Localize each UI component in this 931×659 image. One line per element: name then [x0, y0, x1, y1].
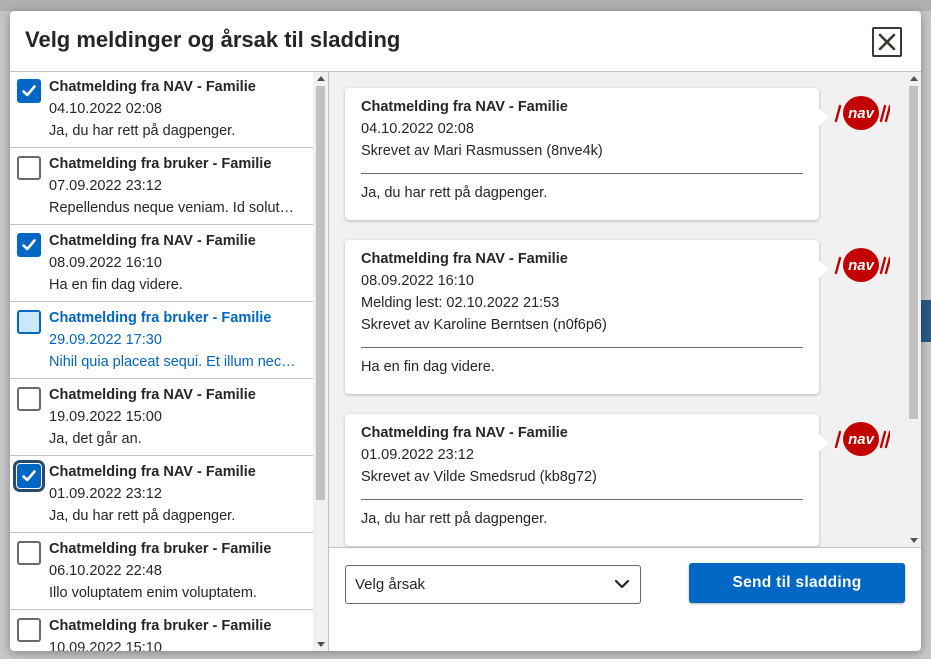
send-to-redaction-button[interactable]: Send til sladding — [689, 563, 905, 603]
reason-select-value: Velg årsak — [355, 576, 426, 593]
scroll-down-icon[interactable] — [317, 642, 325, 647]
message-checkbox[interactable] — [17, 618, 41, 642]
list-scrollbar-thumb[interactable] — [316, 86, 325, 500]
message-checkbox[interactable] — [13, 460, 45, 492]
list-item-preview: Ja, du har rett på dagpenger. — [49, 123, 236, 139]
list-item-date: 19.09.2022 15:00 — [49, 409, 162, 425]
list-item-preview: Repellendus neque veniam. Id solut… — [49, 200, 295, 216]
checkmark-icon — [22, 85, 36, 97]
list-item-date: 08.09.2022 16:10 — [49, 255, 162, 271]
list-item-preview: Illo voluptatem enim voluptatem. — [49, 585, 257, 601]
list-item-preview: Nihil quia placeat sequi. Et illum nec… — [49, 354, 296, 370]
list-item-title: Chatmelding fra NAV - Familie — [49, 79, 256, 95]
list-item[interactable]: Chatmelding fra NAV - Familie 19.09.2022 … — [10, 380, 313, 456]
message-checkbox[interactable] — [17, 233, 41, 257]
message-divider — [361, 173, 803, 174]
list-item[interactable]: Chatmelding fra NAV - Familie 04.10.2022 … — [10, 72, 313, 148]
close-button[interactable] — [872, 27, 902, 57]
list-item-preview: Ha en fin dag videre. — [49, 277, 183, 293]
list-item-date: 29.09.2022 17:30 — [49, 332, 162, 348]
scroll-up-icon[interactable] — [910, 76, 918, 81]
list-item-title: Chatmelding fra bruker - Familie — [49, 156, 272, 172]
list-item-date: 10.09.2022 15:10 — [49, 640, 162, 651]
message-title: Chatmelding fra NAV - Familie — [361, 99, 568, 115]
modal-title: Velg meldinger og årsak til sladding — [25, 27, 401, 52]
message-checkbox[interactable] — [17, 310, 41, 334]
svg-text:nav: nav — [848, 105, 876, 122]
redaction-modal: Velg meldinger og årsak til sladding Cha… — [10, 11, 921, 651]
svg-text:nav: nav — [848, 257, 876, 274]
checkmark-icon — [22, 239, 36, 251]
list-item-title: Chatmelding fra bruker - Familie — [49, 541, 272, 557]
preview-scrollbar[interactable] — [906, 72, 921, 547]
message-checkbox[interactable] — [17, 387, 41, 411]
list-item[interactable]: Chatmelding fra NAV - Familie 01.09.2022 … — [10, 457, 313, 533]
background-top-strip — [0, 0, 931, 11]
nav-logo-icon: nav — [834, 420, 892, 458]
list-item-date: 01.09.2022 23:12 — [49, 486, 162, 502]
message-preview-panel[interactable]: Chatmelding fra NAV - Familie 04.10.2022 … — [329, 72, 921, 547]
list-item[interactable]: Chatmelding fra NAV - Familie 08.09.2022 … — [10, 226, 313, 302]
message-divider — [361, 499, 803, 500]
list-item-title: Chatmelding fra bruker - Familie — [49, 618, 272, 634]
message-checkbox[interactable] — [17, 156, 41, 180]
message-card: Chatmelding fra NAV - Familie 08.09.2022 … — [345, 240, 828, 394]
list-item-title: Chatmelding fra NAV - Familie — [49, 464, 256, 480]
message-card: Chatmelding fra NAV - Familie 01.09.2022 … — [345, 414, 828, 546]
message-author: Skrevet av Karoline Berntsen (n0f6p6) — [361, 317, 607, 333]
scroll-up-icon[interactable] — [317, 76, 325, 81]
list-item[interactable]: Chatmelding fra bruker - Familie 10.09.20… — [10, 611, 313, 651]
footer-divider — [329, 547, 921, 548]
list-item-title: Chatmelding fra bruker - Familie — [49, 310, 272, 326]
message-title: Chatmelding fra NAV - Familie — [361, 425, 568, 441]
checkmark-icon — [22, 470, 36, 482]
message-date: 08.09.2022 16:10 — [361, 273, 474, 289]
list-item-preview: Ja, du har rett på dagpenger. — [49, 508, 236, 524]
preview-scrollbar-thumb[interactable] — [909, 86, 918, 419]
message-card: Chatmelding fra NAV - Familie 04.10.2022 … — [345, 88, 828, 220]
svg-text:nav: nav — [848, 431, 876, 448]
nav-logo-icon: nav — [834, 246, 892, 284]
message-date: 01.09.2022 23:12 — [361, 447, 474, 463]
list-item-title: Chatmelding fra NAV - Familie — [49, 387, 256, 403]
message-list[interactable]: Chatmelding fra NAV - Familie 04.10.2022 … — [10, 72, 329, 651]
message-divider — [361, 347, 803, 348]
list-item-title: Chatmelding fra NAV - Familie — [49, 233, 256, 249]
message-checkbox[interactable] — [17, 79, 41, 103]
message-read-status: Melding lest: 02.10.2022 21:53 — [361, 295, 560, 311]
list-item-date: 06.10.2022 22:48 — [49, 563, 162, 579]
message-author: Skrevet av Mari Rasmussen (8nve4k) — [361, 143, 603, 159]
chevron-down-icon — [614, 579, 630, 589]
message-checkbox[interactable] — [17, 541, 41, 565]
close-icon — [878, 33, 896, 51]
scroll-down-icon[interactable] — [910, 538, 918, 543]
list-item[interactable]: Chatmelding fra bruker - Familie 07.09.20… — [10, 149, 313, 225]
list-scrollbar[interactable] — [313, 72, 328, 651]
list-item-date: 04.10.2022 02:08 — [49, 101, 162, 117]
reason-select[interactable]: Velg årsak — [345, 565, 641, 604]
list-item-preview: Ja, det går an. — [49, 431, 142, 447]
message-text: Ja, du har rett på dagpenger. — [361, 185, 548, 201]
list-item[interactable]: Chatmelding fra bruker - Familie 06.10.20… — [10, 534, 313, 610]
list-item[interactable]: Chatmelding fra bruker - Familie 29.09.20… — [10, 303, 313, 379]
list-item-date: 07.09.2022 23:12 — [49, 178, 162, 194]
message-author: Skrevet av Vilde Smedsrud (kb8g72) — [361, 469, 597, 485]
message-text: Ja, du har rett på dagpenger. — [361, 511, 548, 527]
message-title: Chatmelding fra NAV - Familie — [361, 251, 568, 267]
message-date: 04.10.2022 02:08 — [361, 121, 474, 137]
nav-logo-icon: nav — [834, 94, 892, 132]
message-text: Ha en fin dag videre. — [361, 359, 495, 375]
